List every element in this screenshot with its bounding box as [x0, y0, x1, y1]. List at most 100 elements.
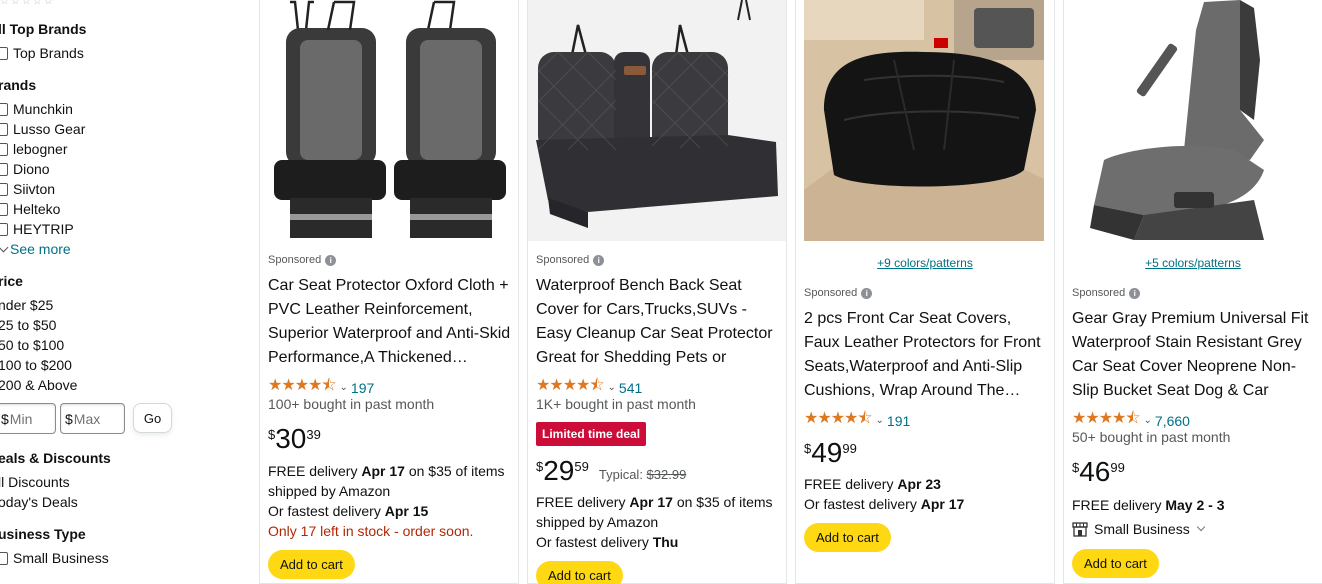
brand-option-lebogner[interactable]: lebogner: [0, 140, 68, 158]
shipped-by: shipped by Amazon: [268, 483, 391, 499]
brand-option-helteko[interactable]: Helteko: [0, 200, 60, 218]
checkbox-icon[interactable]: [0, 202, 8, 216]
small-business-checkbox[interactable]: Small Business: [0, 549, 109, 567]
price-whole: 46: [1079, 456, 1111, 487]
brand-option-diono[interactable]: Diono: [0, 160, 50, 178]
rating-count[interactable]: 7,660: [1155, 413, 1190, 429]
fastest-prefix: Or fastest delivery: [804, 496, 921, 512]
info-icon[interactable]: i: [861, 287, 873, 299]
delivery-suffix: on $35 of items: [672, 494, 773, 510]
max-placeholder: Max: [73, 410, 101, 427]
checkbox-icon[interactable]: [0, 162, 8, 176]
todays-deals-link[interactable]: oday's Deals: [0, 494, 78, 510]
price-range-25-50[interactable]: 25 to $50: [0, 317, 56, 333]
product-price[interactable]: $ 49 99: [804, 438, 857, 468]
see-more-label: See more: [10, 241, 71, 257]
delivery-date: Apr 17: [629, 494, 673, 510]
price-fraction: 99: [842, 441, 857, 456]
delivery-info: FREE delivery May 2 - 3: [1072, 497, 1225, 513]
price-range-under-25[interactable]: nder $25: [0, 297, 53, 313]
price-range-100-200[interactable]: 100 to $200: [0, 357, 72, 373]
delivery-suffix: on $35 of items: [404, 463, 505, 479]
bought-in-past-month: 1K+ bought in past month: [536, 396, 696, 412]
sponsored-label[interactable]: Sponsored i: [536, 254, 605, 266]
product-image[interactable]: [804, 0, 1044, 241]
price-whole: 29: [543, 455, 575, 486]
top-brands-checkbox[interactable]: Top Brands: [0, 44, 84, 62]
see-more-brands-link[interactable]: See more: [0, 241, 71, 257]
info-icon[interactable]: i: [593, 254, 605, 266]
brand-option-lusso-gear[interactable]: Lusso Gear: [0, 120, 85, 138]
delivery-date: Apr 17: [361, 463, 405, 479]
small-business-badge[interactable]: Small Business: [1072, 521, 1205, 537]
currency-symbol: $: [1, 410, 9, 427]
add-to-cart-button[interactable]: Add to cart: [268, 550, 355, 579]
business-type-heading: usiness Type: [0, 526, 86, 542]
delivery-info: FREE delivery Apr 17 on $35 of items: [536, 494, 773, 510]
chevron-down-icon[interactable]: [1196, 522, 1205, 532]
all-discounts-link[interactable]: ll Discounts: [0, 474, 70, 490]
product-title[interactable]: Car Seat Protector Oxford Cloth + PVC Le…: [268, 274, 512, 370]
checkbox-icon[interactable]: [0, 102, 8, 116]
price-go-button[interactable]: Go: [133, 403, 172, 433]
product-price[interactable]: $ 29 59 Typical: $32.99: [536, 456, 686, 486]
add-to-cart-button[interactable]: Add to cart: [804, 523, 891, 552]
price-symbol: $: [804, 441, 812, 456]
color-options-link[interactable]: +9 colors/patterns: [796, 256, 1054, 270]
shipped-by: shipped by Amazon: [536, 514, 659, 530]
checkbox-icon[interactable]: [0, 551, 8, 565]
price-whole: 30: [275, 423, 307, 454]
checkbox-icon[interactable]: [0, 222, 8, 236]
rating-filter-stars[interactable]: ☆☆☆☆☆: [0, 0, 55, 7]
product-price[interactable]: $ 46 99: [1072, 457, 1125, 487]
brand-option-heytrip[interactable]: HEYTRIP: [0, 220, 74, 238]
checkbox-icon[interactable]: [0, 122, 8, 136]
rating-count[interactable]: 191: [887, 413, 910, 429]
checkbox-icon[interactable]: [0, 46, 8, 60]
bought-in-past-month: 100+ bought in past month: [268, 396, 435, 412]
color-options-link[interactable]: +5 colors/patterns: [1064, 256, 1322, 270]
price-range-50-100[interactable]: 50 to $100: [0, 337, 64, 353]
deals-heading: eals & Discounts: [0, 450, 111, 466]
fastest-delivery: Or fastest delivery Apr 17: [804, 496, 964, 512]
checkbox-icon[interactable]: [0, 142, 8, 156]
product-title[interactable]: Gear Gray Premium Universal Fit Waterpro…: [1072, 307, 1316, 403]
chevron-down-icon[interactable]: ⌄: [340, 382, 348, 393]
product-image[interactable]: [528, 0, 786, 241]
limited-time-deal-badge: Limited time deal: [536, 422, 647, 446]
info-icon[interactable]: i: [1129, 287, 1141, 299]
sponsored-label[interactable]: Sponsored i: [268, 254, 337, 266]
min-price-input[interactable]: $ Min: [0, 403, 56, 434]
brand-label: Munchkin: [13, 101, 73, 117]
delivery-date: May 2 - 3: [1165, 497, 1225, 513]
rating-count[interactable]: 197: [351, 380, 374, 396]
brand-label: Diono: [13, 161, 50, 177]
brand-option-siivton[interactable]: Siivton: [0, 180, 55, 198]
min-placeholder: Min: [9, 410, 33, 427]
fastest-delivery: Or fastest delivery Thu: [536, 534, 678, 550]
chevron-down-icon[interactable]: ⌄: [1144, 415, 1152, 426]
product-title[interactable]: 2 pcs Front Car Seat Covers, Faux Leathe…: [804, 307, 1048, 403]
delivery-date: Apr 23: [897, 476, 941, 492]
chevron-down-icon[interactable]: ⌄: [608, 382, 616, 393]
price-fraction: 99: [1110, 460, 1125, 475]
price-range-200-above[interactable]: 200 & Above: [0, 377, 77, 393]
product-image[interactable]: [1064, 0, 1322, 241]
product-rating[interactable]: ★★★★⯪ ⌄ 191: [804, 407, 910, 434]
checkbox-icon[interactable]: [0, 182, 8, 196]
brand-option-munchkin[interactable]: Munchkin: [0, 100, 73, 118]
product-title[interactable]: Waterproof Bench Back Seat Cover for Car…: [536, 274, 780, 370]
sponsored-label[interactable]: Sponsored i: [804, 287, 873, 299]
add-to-cart-button[interactable]: Add to cart: [536, 561, 623, 584]
add-to-cart-button[interactable]: Add to cart: [1072, 549, 1159, 578]
rating-count[interactable]: 541: [619, 380, 642, 396]
max-price-input[interactable]: $ Max: [60, 403, 125, 434]
sponsored-label[interactable]: Sponsored i: [1072, 287, 1141, 299]
product-image[interactable]: [260, 0, 518, 241]
storefront-icon: [1072, 521, 1088, 537]
chevron-down-icon[interactable]: ⌄: [876, 415, 884, 426]
info-icon[interactable]: i: [325, 254, 337, 266]
price-symbol: $: [1072, 460, 1080, 475]
fastest-date: Apr 15: [384, 503, 429, 519]
product-price[interactable]: $ 30 39: [268, 424, 321, 454]
